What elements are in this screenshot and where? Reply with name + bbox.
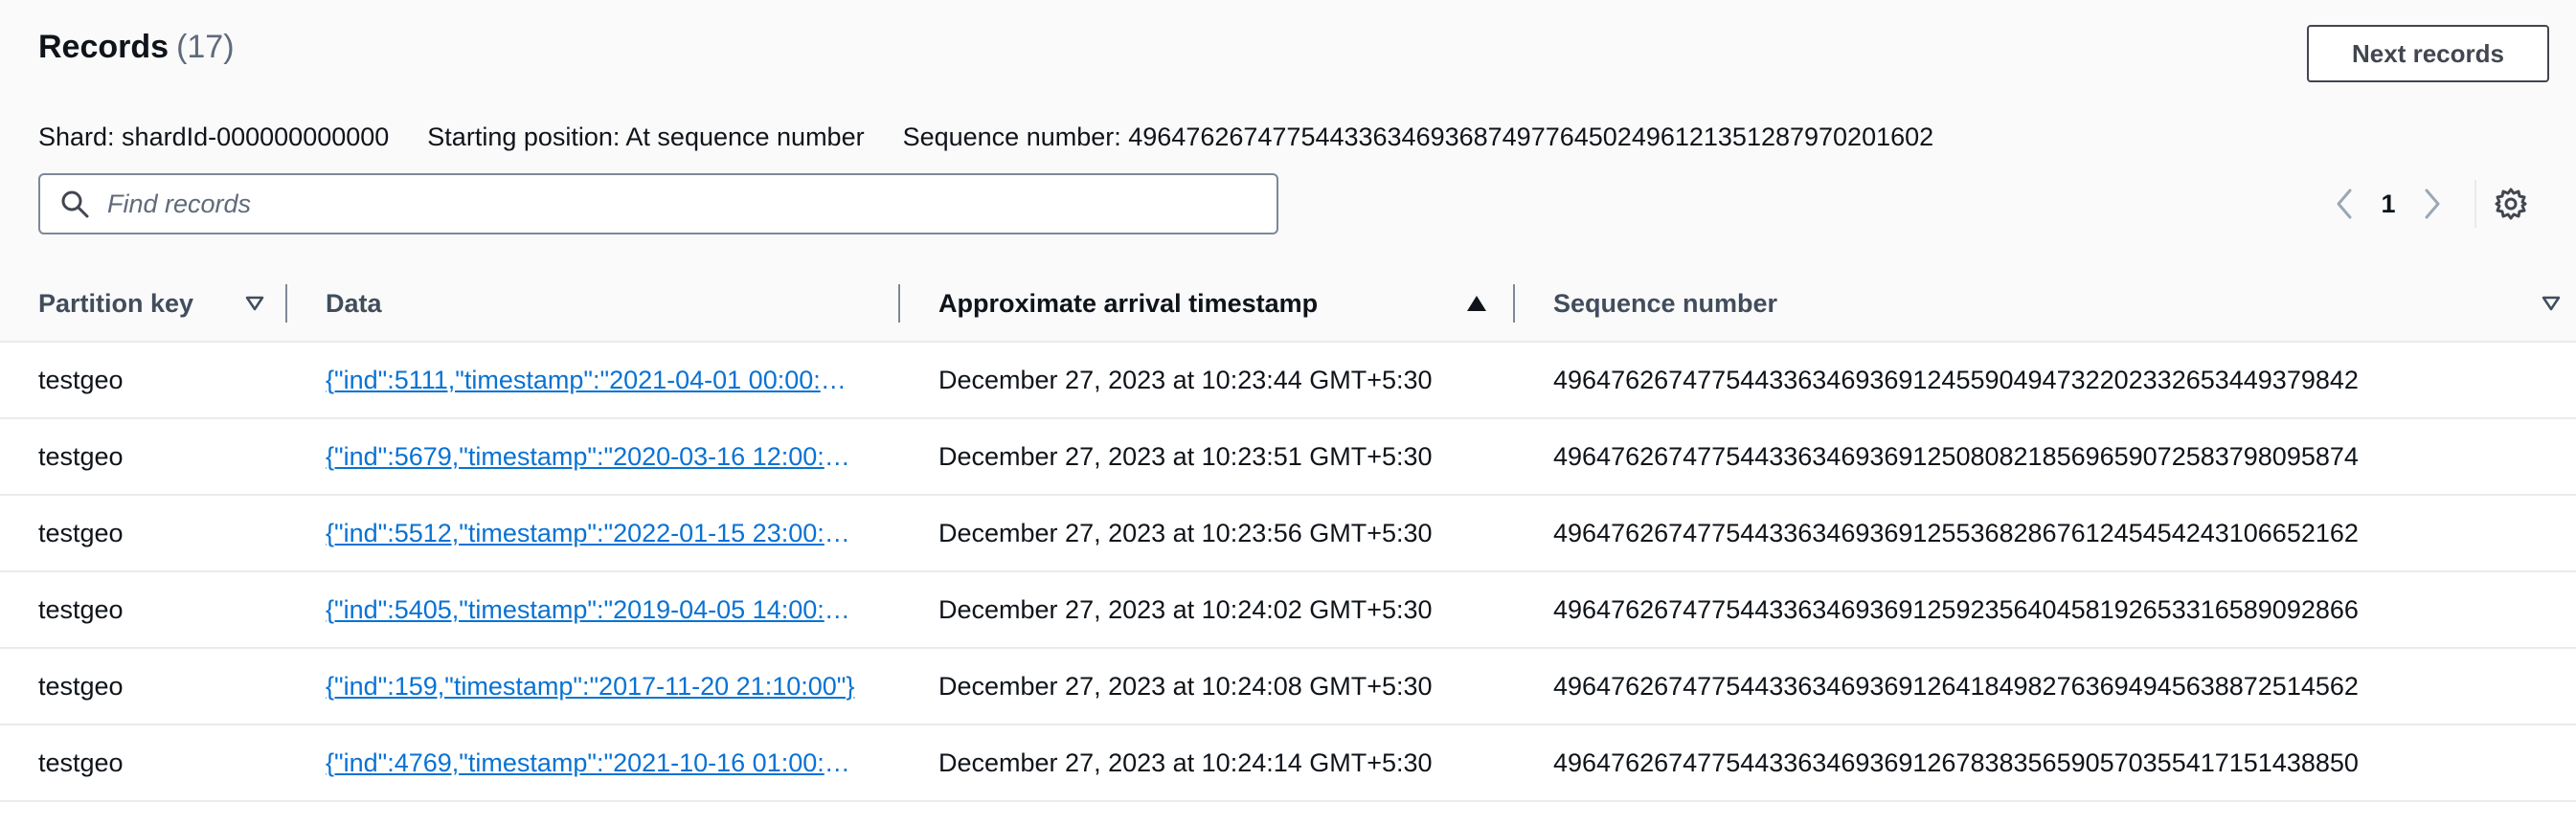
table-row[interactable]: testgeo {"ind":5679,"timestamp":"2020-03…: [0, 418, 2576, 496]
column-label: Approximate arrival timestamp: [938, 288, 1319, 318]
column-label: Data: [326, 288, 382, 318]
column-label: Sequence number: [1553, 288, 1778, 318]
timestamp-cell: December 27, 2023 at 10:24:02 GMT+5:30: [900, 571, 1515, 649]
partition-key-cell: testgeo: [0, 418, 287, 496]
data-cell: {"ind":5111,"timestamp":"2021-04-01 00:0…: [287, 342, 900, 419]
data-link[interactable]: {"ind":5512,"timestamp":"2022-01-15 23:0…: [326, 519, 857, 548]
partition-key-cell: testgeo: [0, 648, 287, 725]
next-page-chevron-icon[interactable]: [2413, 180, 2452, 228]
gear-icon[interactable]: [2492, 180, 2530, 228]
data-link[interactable]: {"ind":159,"timestamp":"2017-11-20 21:10…: [326, 672, 857, 702]
sequence-number-cell: 4964762674775443363469369126783835659057…: [1515, 725, 2576, 802]
data-cell: {"ind":5512,"timestamp":"2022-01-15 23:0…: [287, 495, 900, 572]
filter-triangle-down-icon[interactable]: [237, 286, 272, 321]
column-header-arrival-timestamp[interactable]: Approximate arrival timestamp: [900, 266, 1515, 343]
data-link[interactable]: {"ind":5111,"timestamp":"2021-04-01 00:0…: [326, 366, 857, 395]
timestamp-cell: December 27, 2023 at 10:24:08 GMT+5:30: [900, 648, 1515, 725]
shard-info: Shard: shardId-000000000000 Starting pos…: [38, 123, 1933, 152]
records-table: Partition key Data Approximate arrival t…: [0, 266, 2576, 802]
column-header-data[interactable]: Data: [287, 266, 900, 343]
timestamp-cell: December 27, 2023 at 10:24:14 GMT+5:30: [900, 725, 1515, 802]
table-row[interactable]: testgeo {"ind":4769,"timestamp":"2021-10…: [0, 725, 2576, 802]
pagination: 1: [2325, 180, 2530, 228]
data-cell: {"ind":5679,"timestamp":"2020-03-16 12:0…: [287, 418, 900, 496]
column-header-partition-key[interactable]: Partition key: [0, 266, 287, 343]
sequence-number-cell: 4964762674775443363469369125923564045819…: [1515, 571, 2576, 649]
pager-divider: [2474, 180, 2476, 228]
records-panel: Records (17) Next records Shard: shardId-…: [0, 0, 2576, 825]
search-input[interactable]: [105, 188, 1239, 220]
partition-key-cell: testgeo: [0, 342, 287, 419]
filter-triangle-down-icon[interactable]: [2534, 286, 2568, 321]
data-cell: {"ind":159,"timestamp":"2017-11-20 21:10…: [287, 648, 900, 725]
sequence-number-cell: 4964762674775443363469369125536828676124…: [1515, 495, 2576, 572]
partition-key-cell: testgeo: [0, 495, 287, 572]
sequence-number-cell: 4964762674775443363469369124559049473220…: [1515, 342, 2576, 419]
record-count: (17): [176, 29, 235, 65]
next-records-button[interactable]: Next records: [2307, 25, 2549, 82]
column-label: Partition key: [38, 288, 194, 318]
title-text: Records: [38, 29, 169, 65]
data-cell: {"ind":5405,"timestamp":"2019-04-05 14:0…: [287, 571, 900, 649]
partition-key-cell: testgeo: [0, 571, 287, 649]
table-header-row: Partition key Data Approximate arrival t…: [0, 266, 2576, 343]
data-cell: {"ind":4769,"timestamp":"2021-10-16 01:0…: [287, 725, 900, 802]
starting-position-label: Starting position: At sequence number: [427, 123, 865, 151]
table-row[interactable]: testgeo {"ind":5405,"timestamp":"2019-04…: [0, 571, 2576, 649]
partition-key-cell: testgeo: [0, 725, 287, 802]
data-link[interactable]: {"ind":5679,"timestamp":"2020-03-16 12:0…: [326, 442, 857, 472]
timestamp-cell: December 27, 2023 at 10:23:51 GMT+5:30: [900, 418, 1515, 496]
timestamp-cell: December 27, 2023 at 10:23:56 GMT+5:30: [900, 495, 1515, 572]
search-box[interactable]: [38, 173, 1278, 234]
sequence-number-cell: 4964762674775443363469369126418498276369…: [1515, 648, 2576, 725]
table-row[interactable]: testgeo {"ind":5111,"timestamp":"2021-04…: [0, 342, 2576, 419]
page-title: Records (17): [38, 29, 235, 66]
previous-page-chevron-icon[interactable]: [2325, 180, 2363, 228]
current-page-number[interactable]: 1: [2363, 190, 2413, 219]
sequence-number-cell: 4964762674775443363469369125080821856965…: [1515, 418, 2576, 496]
timestamp-cell: December 27, 2023 at 10:23:44 GMT+5:30: [900, 342, 1515, 419]
data-link[interactable]: {"ind":4769,"timestamp":"2021-10-16 01:0…: [326, 748, 857, 778]
records-header-area: Records (17) Next records Shard: shardId-…: [0, 0, 2576, 268]
search-icon: [56, 185, 94, 223]
data-link[interactable]: {"ind":5405,"timestamp":"2019-04-05 14:0…: [326, 595, 857, 625]
table-row[interactable]: testgeo {"ind":5512,"timestamp":"2022-01…: [0, 495, 2576, 572]
sort-ascending-icon[interactable]: [1459, 286, 1494, 321]
column-header-sequence-number[interactable]: Sequence number: [1515, 266, 2576, 343]
sequence-number-label: Sequence number: 49647626747754433634693…: [902, 123, 1934, 151]
table-row[interactable]: testgeo {"ind":159,"timestamp":"2017-11-…: [0, 648, 2576, 725]
shard-label: Shard: shardId-000000000000: [38, 123, 390, 151]
